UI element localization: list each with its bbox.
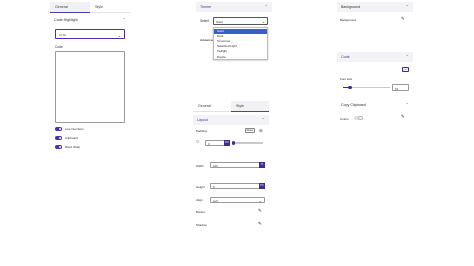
reset-button[interactable]: Reset xyxy=(245,128,255,133)
colors-edit-icon[interactable]: ✎ xyxy=(401,114,405,119)
chevron-up-icon[interactable]: ⌃ xyxy=(406,100,409,110)
font-size-slider-thumb[interactable] xyxy=(348,85,352,90)
theme-option-purple[interactable]: Purple xyxy=(214,55,267,60)
padding-slider-thumb[interactable] xyxy=(231,141,236,145)
align-select[interactable]: Left ⌄ xyxy=(210,196,265,203)
shadow-edit-icon[interactable]: ✎ xyxy=(258,221,262,226)
theme-select-value: Solid xyxy=(216,20,223,25)
section-title: Background xyxy=(341,5,361,9)
padding-input[interactable]: 0 xyxy=(205,140,225,146)
chevron-up-icon[interactable]: ⌃ xyxy=(262,115,265,125)
section-header-copy-clipboard[interactable]: Copy Clipboard ⌃ xyxy=(337,100,413,110)
chevron-down-icon: ⌄ xyxy=(403,67,407,71)
colors-label: Colors xyxy=(340,117,349,121)
reset-label: Reset xyxy=(246,129,254,132)
word-wrap-label: Word Wrap xyxy=(65,145,81,149)
link-icon[interactable]: ⊖ xyxy=(259,128,263,134)
width-value: 100 xyxy=(213,164,218,169)
section-header-theme[interactable]: Theme ⌃ xyxy=(196,2,272,12)
section-title: Theme xyxy=(200,5,212,9)
tab-general[interactable]: General xyxy=(193,101,231,112)
word-wrap-toggle[interactable] xyxy=(55,145,62,149)
padding-unit-button[interactable]: PX xyxy=(224,140,230,146)
chevron-down-icon: ⌄ xyxy=(117,32,121,38)
chevron-up-icon[interactable]: ⌃ xyxy=(123,15,126,25)
theme-panel: Theme ⌃ Select Solid ⌄ Advanced Solid Da… xyxy=(196,2,272,76)
radio-circle-icon[interactable]: ○ xyxy=(196,139,199,145)
chevron-up-icon[interactable]: ⌃ xyxy=(265,2,268,12)
section-title: Copy Clipboard xyxy=(341,103,366,107)
tab-style[interactable]: Style xyxy=(90,2,130,13)
section-title: Code Highlight xyxy=(54,18,78,22)
font-size-value: 16 xyxy=(395,86,399,91)
font-size-label: Font size xyxy=(340,77,353,81)
code-textarea[interactable] xyxy=(55,51,125,123)
theme-dropdown-list[interactable]: Solid Dark Tomorrow Solarized Light Twil… xyxy=(213,27,268,60)
chevron-up-icon[interactable]: ⌃ xyxy=(406,52,409,62)
colors-swatch-toggle[interactable] xyxy=(354,115,363,121)
chevron-down-icon: ⌄ xyxy=(258,197,262,203)
align-select-value: Left xyxy=(213,198,218,203)
background-edit-icon[interactable]: ✎ xyxy=(401,16,405,21)
border-edit-icon[interactable]: ✎ xyxy=(258,208,262,213)
line-numbers-label: Line Numbers xyxy=(65,127,84,131)
chevron-up-icon[interactable]: ⌃ xyxy=(406,2,409,12)
clipboard-label: Clipboard xyxy=(65,136,78,140)
theme-select-label: Select xyxy=(200,19,209,23)
border-label: Border xyxy=(196,210,206,214)
colors-swatch-knob xyxy=(358,115,363,121)
panel-tabs: General Style xyxy=(193,101,269,112)
code-style-panel: Code ⌃ ⌄ Font size 16 Copy Clipboard ⌃ C… xyxy=(337,52,413,128)
chevron-down-icon: ⌄ xyxy=(261,19,265,25)
width-unit-button[interactable]: % xyxy=(259,162,265,168)
font-size-slider[interactable] xyxy=(343,85,390,90)
clipboard-toggle[interactable] xyxy=(55,136,62,140)
code-color-dropdown-button[interactable]: ⌄ xyxy=(402,67,409,72)
align-label: Align xyxy=(196,198,203,202)
code-label: Code xyxy=(55,45,63,49)
height-value: 0 xyxy=(213,185,215,190)
section-title: Layout xyxy=(197,118,208,122)
language-select[interactable]: HTML ⌄ xyxy=(55,29,125,39)
panel-tabs: General Style xyxy=(50,2,130,13)
shadow-label: Shadow xyxy=(196,223,207,227)
background-panel: Background ⌃ Background ✎ xyxy=(337,2,413,28)
padding-slider[interactable] xyxy=(231,141,263,145)
height-label: Height xyxy=(196,185,205,189)
section-header-code-highlight[interactable]: Code Highlight ⌃ xyxy=(50,15,130,25)
tab-style[interactable]: Style xyxy=(231,101,269,112)
width-input[interactable]: 100 xyxy=(210,162,260,168)
height-unit-button[interactable]: PX xyxy=(259,183,265,189)
section-header-code[interactable]: Code ⌃ xyxy=(337,52,413,62)
language-select-value: HTML xyxy=(59,33,67,37)
padding-value: 0 xyxy=(208,142,210,147)
padding-label: Padding xyxy=(196,129,208,133)
background-label: Background xyxy=(340,18,357,22)
line-numbers-toggle[interactable] xyxy=(55,127,62,131)
font-size-input[interactable]: 16 xyxy=(392,84,409,91)
width-label: Width xyxy=(196,164,204,168)
section-header-background[interactable]: Background ⌃ xyxy=(337,2,413,12)
section-header-layout[interactable]: Layout ⌃ xyxy=(193,115,269,125)
code-highlight-panel: General Style Code Highlight ⌃ HTML ⌄ Co… xyxy=(50,2,130,152)
theme-select[interactable]: Solid ⌄ xyxy=(213,17,268,25)
section-title: Code xyxy=(341,55,350,59)
layout-panel: General Style Layout ⌃ Padding Reset ⊖ ○… xyxy=(193,101,269,231)
height-input[interactable]: 0 xyxy=(210,183,260,189)
tab-general[interactable]: General xyxy=(50,2,90,13)
